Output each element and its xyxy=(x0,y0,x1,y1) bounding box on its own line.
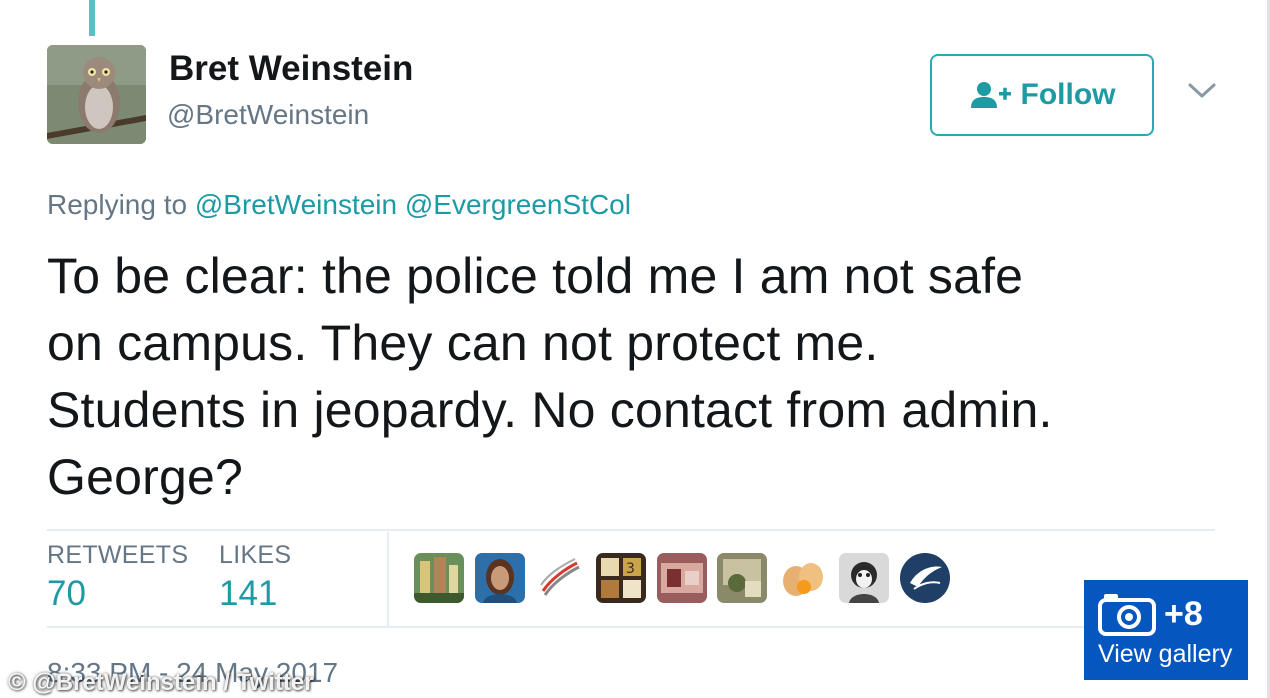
camera-icon xyxy=(1098,594,1156,636)
chevron-down-icon[interactable] xyxy=(1186,80,1218,102)
tweet-text-line: To be clear: the police told me I am not… xyxy=(47,248,1024,304)
retweets-count: 70 xyxy=(47,574,86,613)
liker-avatar-6[interactable] xyxy=(717,553,768,603)
follow-button[interactable]: Follow xyxy=(930,54,1154,136)
author-display-name[interactable]: Bret Weinstein xyxy=(169,49,413,89)
stats-top-divider xyxy=(47,529,1215,531)
likes-stat[interactable]: LIKES 141 xyxy=(219,540,291,616)
author-avatar[interactable] xyxy=(47,45,146,144)
liker-avatar-1[interactable] xyxy=(414,553,464,603)
follow-button-label: Follow xyxy=(1020,78,1116,111)
add-user-icon xyxy=(970,82,1011,108)
reply-mention-bretweinstein[interactable]: @BretWeinstein xyxy=(195,189,397,220)
replying-to-line: Replying to @BretWeinstein @EvergreenStC… xyxy=(47,188,631,222)
author-handle[interactable]: @BretWeinstein xyxy=(167,98,369,132)
tweet-text-line: George? xyxy=(47,449,243,505)
retweets-label: RETWEETS xyxy=(47,541,189,569)
tweet-text-line: Students in jeopardy. No contact from ad… xyxy=(47,382,1053,438)
liker-avatar-7[interactable] xyxy=(778,553,829,603)
likes-count: 141 xyxy=(219,574,278,613)
tweet-text-line: on campus. They can not protect me. xyxy=(47,315,879,371)
tweet-text: To be clear: the police told me I am not… xyxy=(47,243,1237,511)
liker-avatar-2[interactable] xyxy=(474,553,525,603)
liker-avatar-3[interactable] xyxy=(535,553,586,603)
reply-mention-evergreenstcol[interactable]: @EvergreenStCol xyxy=(405,189,631,220)
liker-avatar-8[interactable] xyxy=(838,553,889,603)
replying-to-prefix: Replying to xyxy=(47,189,188,220)
likers-avatar-row: 3 xyxy=(414,553,960,603)
stats-bottom-divider xyxy=(47,626,1215,628)
gallery-count: +8 xyxy=(1164,595,1203,633)
retweets-stat[interactable]: RETWEETS 70 xyxy=(47,540,188,616)
svg-text:3: 3 xyxy=(626,561,635,577)
view-gallery-button[interactable]: +8 View gallery xyxy=(1084,580,1248,680)
image-credit: © @BretWeinstein / Twitter xyxy=(8,669,314,696)
likes-label: LIKES xyxy=(219,541,292,569)
liker-avatar-5[interactable] xyxy=(656,553,707,603)
liker-avatar-4[interactable]: 3 xyxy=(596,553,647,603)
thread-connector-line xyxy=(89,0,95,36)
gallery-label: View gallery xyxy=(1098,640,1233,668)
owl-photo-avatar-icon xyxy=(47,45,146,144)
stats-vertical-divider xyxy=(387,532,389,626)
liker-avatar-9[interactable] xyxy=(899,553,950,603)
